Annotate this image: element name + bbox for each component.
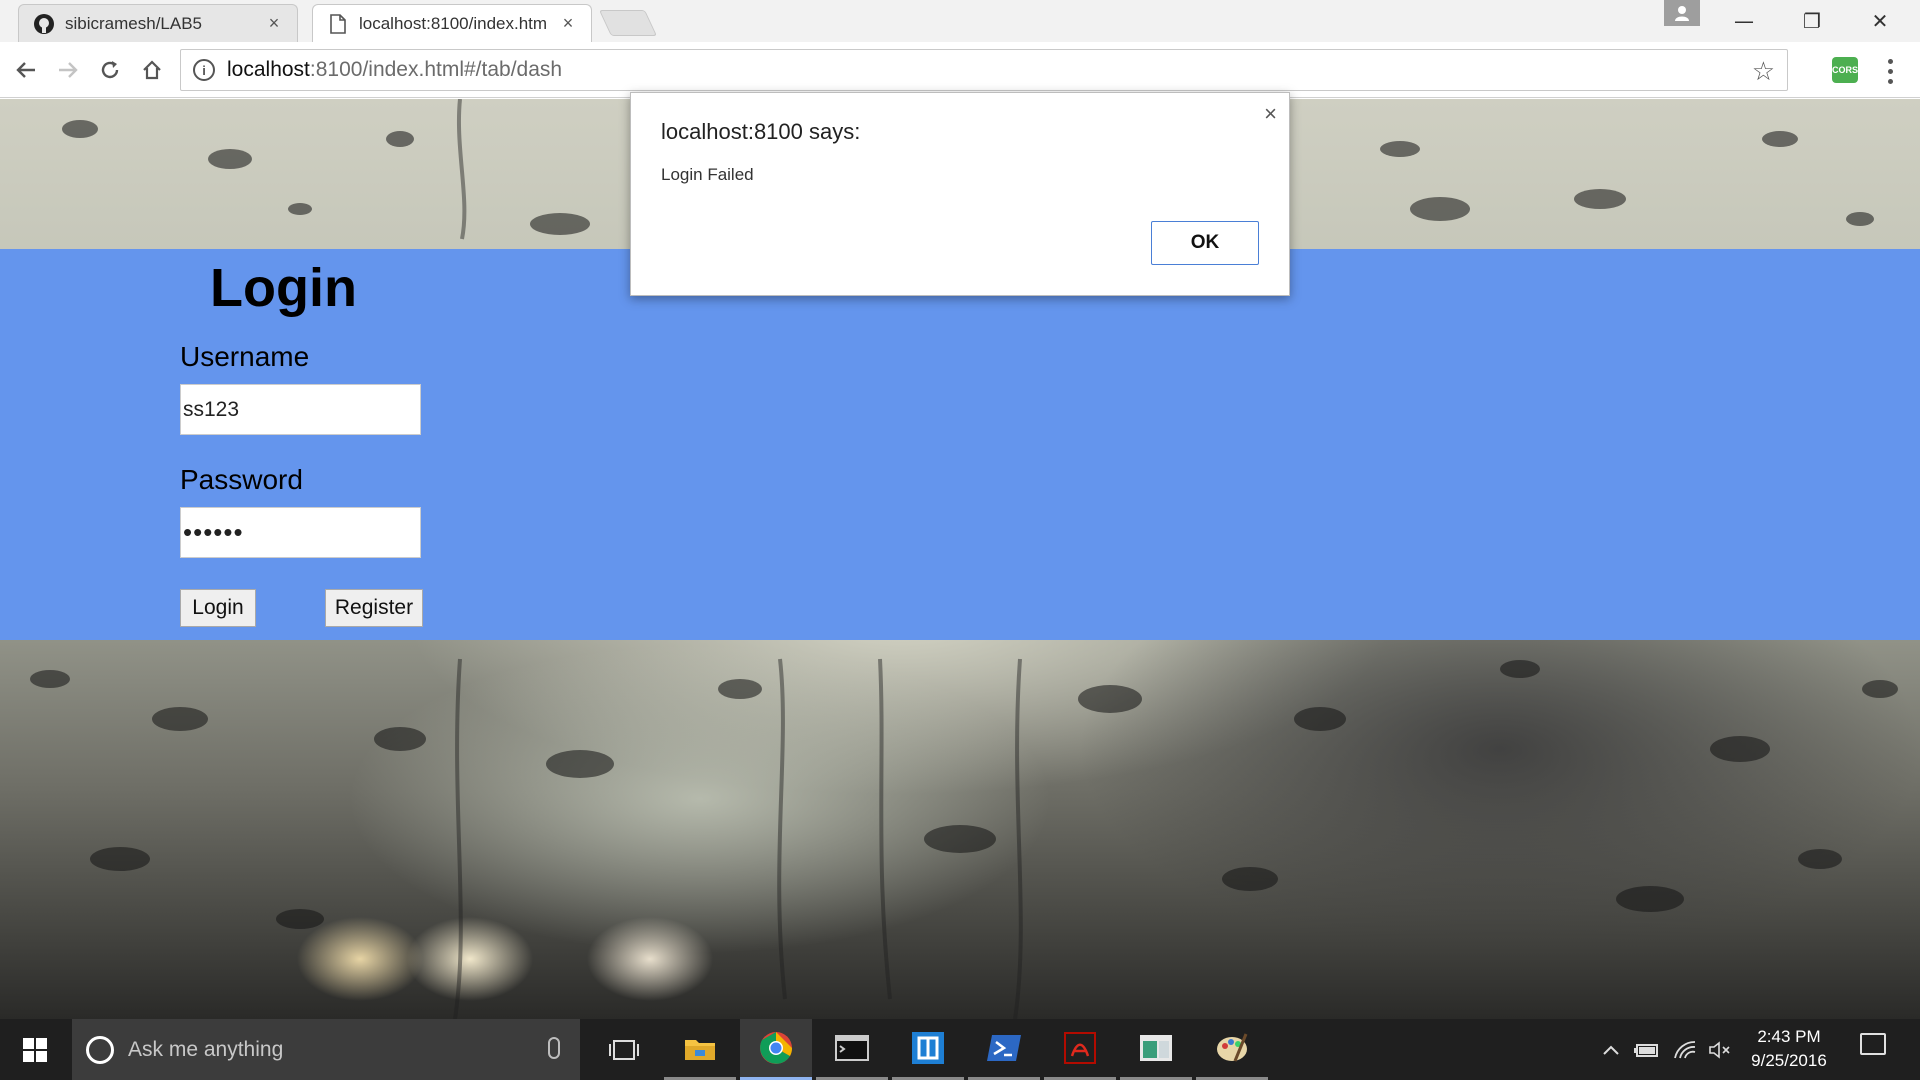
url-host: localhost (227, 58, 310, 81)
task-view-icon[interactable] (588, 1019, 660, 1080)
back-arrow-icon (16, 62, 35, 78)
acrobat-icon[interactable] (1044, 1019, 1116, 1080)
close-tab-icon[interactable]: × (265, 13, 283, 34)
battery-icon[interactable] (1630, 1019, 1664, 1080)
profile-icon[interactable] (1664, 0, 1700, 26)
minimize-button[interactable]: — (1710, 0, 1778, 42)
page-title: Login (210, 258, 357, 318)
reload-icon (101, 61, 119, 79)
menu-icon[interactable] (1880, 56, 1900, 86)
paint-icon[interactable] (1196, 1019, 1268, 1080)
microphone-icon[interactable] (548, 1037, 560, 1059)
taskbar: Ask me anything 2:43 PM 9/25/2016 (0, 1019, 1920, 1080)
restore-button[interactable]: ❐ (1778, 0, 1846, 42)
window-app-icon[interactable] (1120, 1019, 1192, 1080)
show-hidden-icons-chevron-icon[interactable] (1596, 1019, 1626, 1080)
bookmark-star-icon[interactable]: ☆ (1752, 56, 1775, 87)
tab-label: localhost:8100/index.htm (359, 13, 548, 33)
username-label: Username (180, 341, 310, 372)
close-tab-icon[interactable]: × (559, 13, 577, 34)
page-icon (327, 13, 349, 35)
home-button[interactable] (132, 42, 172, 98)
alert-message: Login Failed (661, 165, 754, 184)
info-icon[interactable]: i (193, 59, 215, 81)
app-icon[interactable] (892, 1019, 964, 1080)
back-button[interactable] (6, 42, 46, 98)
login-button[interactable]: Login (180, 589, 256, 627)
wifi-icon[interactable] (1668, 1019, 1702, 1080)
browser-toolbar: i localhost:8100/index.html#/tab/dash ☆ (0, 42, 1920, 98)
windows-logo-icon (23, 1037, 47, 1062)
address-bar[interactable]: i localhost:8100/index.html#/tab/dash ☆ (180, 49, 1788, 91)
password-label: Password (180, 464, 303, 495)
tab-strip: sibicramesh/LAB5 × localhost:8100/index.… (0, 0, 1920, 42)
clock-time: 2:43 PM (1757, 1027, 1821, 1046)
forward-arrow-icon (59, 62, 78, 78)
login-panel: Login Username ss123 Password •••••• Log… (0, 249, 1920, 640)
reload-button[interactable] (90, 42, 130, 98)
password-input[interactable]: •••••• (180, 507, 421, 558)
close-icon[interactable]: × (1264, 101, 1277, 127)
cortana-icon (86, 1035, 114, 1064)
tab-label: sibicramesh/LAB5 (65, 13, 203, 33)
forward-button[interactable] (48, 42, 88, 98)
alert-dialog: × localhost:8100 says: Login Failed OK (630, 92, 1290, 296)
url-path: :8100/index.html#/tab/dash (309, 58, 563, 81)
volume-muted-icon[interactable] (1704, 1019, 1736, 1080)
username-input[interactable]: ss123 (180, 384, 421, 435)
chrome-icon[interactable] (740, 1019, 812, 1080)
tab-localhost[interactable]: localhost:8100/index.htm × (312, 4, 592, 42)
close-window-button[interactable]: ✕ (1846, 0, 1914, 42)
terminal-icon[interactable] (816, 1019, 888, 1080)
home-icon (143, 60, 161, 80)
search-placeholder: Ask me anything (128, 1037, 284, 1061)
tab-github[interactable]: sibicramesh/LAB5 × (18, 4, 298, 42)
cors-extension-icon[interactable]: CORS (1832, 57, 1858, 83)
new-tab-button[interactable] (598, 10, 658, 36)
file-explorer-icon[interactable] (664, 1019, 736, 1080)
github-icon (33, 13, 55, 35)
action-center-icon[interactable] (1860, 1033, 1886, 1055)
clock-date: 9/25/2016 (1751, 1051, 1827, 1070)
powershell-icon[interactable] (968, 1019, 1040, 1080)
start-button[interactable] (0, 1019, 70, 1080)
alert-title: localhost:8100 says: (661, 119, 861, 144)
ok-button[interactable]: OK (1151, 221, 1259, 265)
register-button[interactable]: Register (325, 589, 423, 627)
cortana-search-box[interactable]: Ask me anything (72, 1019, 580, 1080)
clock[interactable]: 2:43 PM 9/25/2016 (1734, 1025, 1844, 1073)
